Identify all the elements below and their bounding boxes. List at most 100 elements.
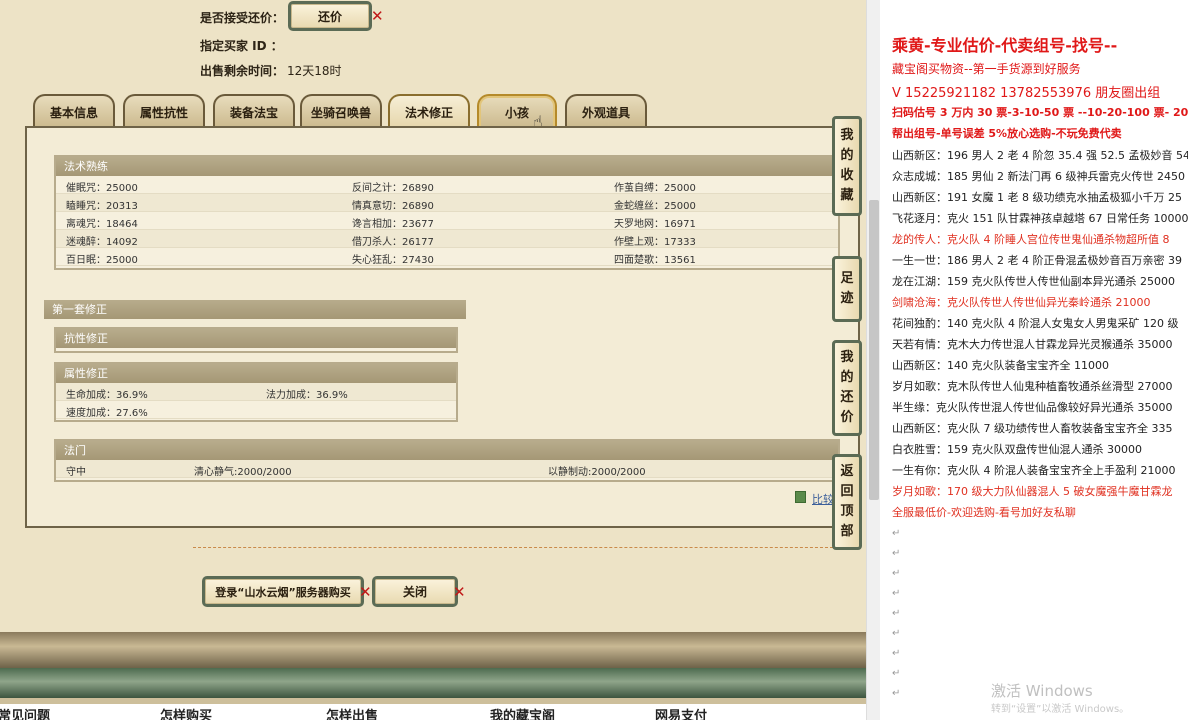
ad-line: 帮出组号-单号误差 5%放心选购-不玩免费代卖 xyxy=(892,127,1122,140)
listing-line: 一生一世：186 男人 2 老 4 阶正骨混孟极妙音百万亲密 39 xyxy=(892,254,1182,267)
attr-correction-title: 属性修正 xyxy=(56,364,456,383)
return-mark: ↵ xyxy=(892,568,901,579)
spell-cell: 迷魂醉：14092 xyxy=(66,237,138,248)
content-panel: 法术熟练 催眠咒：25000 反间之计：26890 作茧自缚：25000 瞌睡咒… xyxy=(25,126,860,528)
table-row: 离魂咒：18464 谗言相加：23677 天罗地网：16971 xyxy=(56,212,838,230)
tab-basic-info[interactable]: 基本信息 xyxy=(33,94,115,128)
scrollbar-thumb[interactable] xyxy=(869,200,879,500)
fa-men-title: 法门 xyxy=(56,441,838,460)
footprint-label: 足迹 xyxy=(840,271,854,306)
spell-cell: 离魂咒：18464 xyxy=(66,219,138,230)
listing-line: 天若有情：克木大力传世混人甘霖龙异光灵猴通杀 35000 xyxy=(892,338,1173,351)
scrollbar[interactable] xyxy=(866,0,880,720)
tab-attributes[interactable]: 属性抗性 xyxy=(123,94,205,128)
return-mark: ↵ xyxy=(892,648,901,659)
spell-cell: 百日眠：25000 xyxy=(66,255,138,266)
return-mark: ↵ xyxy=(892,588,901,599)
listing-line: 飞花逐月：克火 151 队甘霖神孩卓越塔 67 日常任务 10000 xyxy=(892,212,1188,225)
tab-spell-correction[interactable]: 法术修正 xyxy=(388,94,470,128)
listing-line: 山西新区：克火队 7 级功绩传世人畜牧装备宝宝齐全 335 xyxy=(892,422,1173,435)
attr-correction-box: 属性修正 生命加成：36.9% 法力加成：36.9% 速度加成：27.6% xyxy=(54,362,458,422)
remaining-time-value: 12天18时 xyxy=(287,64,342,78)
listing-line: 山西新区：140 克火队装备宝宝齐全 11000 xyxy=(892,359,1109,372)
table-row: 迷魂醉：14092 借刀杀人：26177 作壁上观：17333 xyxy=(56,230,838,248)
attr-cell: 速度加成：27.6% xyxy=(66,408,148,419)
listing-line: 山西新区：196 男人 2 老 4 阶忽 35.4 强 52.5 孟极妙音 54… xyxy=(892,149,1188,162)
tab-equipment[interactable]: 装备法宝 xyxy=(213,94,295,128)
fa-men-cell: 清心静气:2000/2000 xyxy=(194,467,292,478)
listing-line: 半生缘：克火队传世混人传世仙品像较好异光通杀 35000 xyxy=(892,401,1173,414)
windows-activation-watermark: 激活 Windows xyxy=(991,682,1093,700)
tab-child[interactable]: 小孩 xyxy=(477,94,557,128)
footer-link-how-to-buy[interactable]: 怎样购买 xyxy=(160,705,212,720)
footer-link-faq[interactable]: 常见问题 xyxy=(0,705,50,720)
spell-cell: 失心狂乱：27430 xyxy=(352,255,434,266)
spell-cell: 四面楚歌：13561 xyxy=(614,255,696,266)
my-favorites-label: 我的收藏 xyxy=(840,128,854,203)
spell-cell: 瞌睡咒：20313 xyxy=(66,201,138,212)
spell-cell: 谗言相加：23677 xyxy=(352,219,434,230)
my-favorites-button[interactable]: 我的收藏 xyxy=(832,116,862,216)
spell-cell: 反间之计：26890 xyxy=(352,183,434,194)
table-row: 百日眠：25000 失心狂乱：27430 四面楚歌：13561 xyxy=(56,248,838,266)
listing-line: 山西新区：191 女魔 1 老 8 级功绩克水抽孟极狐小千万 25 xyxy=(892,191,1182,204)
fa-men-cell: 以静制动:2000/2000 xyxy=(548,467,646,478)
back-to-top-label: 返回顶部 xyxy=(840,464,854,539)
close-x-icon: ✕ xyxy=(359,583,372,601)
listing-line: 白衣胜雪：159 克火队双盘传世仙混人通杀 30000 xyxy=(892,443,1142,456)
accept-counter-label: 是否接受还价： xyxy=(200,11,285,25)
footer-link-my-cbg[interactable]: 我的藏宝阁 xyxy=(490,705,555,720)
spell-cell: 金蛇缠丝：25000 xyxy=(614,201,696,212)
back-to-top-button[interactable]: 返回顶部 xyxy=(832,454,862,550)
listing-line: 龙的传人：克火队 4 阶睡人宫位传世鬼仙通杀物超所值 8 xyxy=(892,233,1170,246)
close-button[interactable]: 关闭 xyxy=(372,576,458,607)
spell-cell: 情真意切：26890 xyxy=(352,201,434,212)
fa-men-box: 法门 守中 清心静气:2000/2000 以静制动:2000/2000 xyxy=(54,439,840,482)
footer-links: 常见问题 怎样购买 怎样出售 我的藏宝阁 网易支付 xyxy=(0,704,866,720)
tab-appearance[interactable]: 外观道具 xyxy=(565,94,647,128)
resist-correction-box: 抗性修正 xyxy=(54,327,458,353)
footprint-button[interactable]: 足迹 xyxy=(832,256,862,322)
ad-document: 乘黄-专业估价-代卖组号-找号-- 藏宝阁买物资--第一手货源到好服务 V 15… xyxy=(881,0,1188,720)
table-row: 速度加成：27.6% xyxy=(56,401,456,419)
listing-line: 岁月如歌：170 级大力队仙器混人 5 破女魔强牛魔甘霖龙 xyxy=(892,485,1173,498)
return-mark: ↵ xyxy=(892,528,901,539)
resist-correction-title: 抗性修正 xyxy=(56,329,456,348)
ad-contact: V 15225921182 13782553976 朋友圈出组 xyxy=(892,86,1161,101)
footer-link-netease-pay[interactable]: 网易支付 xyxy=(655,705,707,720)
compare-link[interactable]: 比较 xyxy=(812,491,834,507)
footer-decoration xyxy=(0,632,866,668)
attr-cell: 生命加成：36.9% xyxy=(66,390,148,401)
listing-line: 岁月如歌：克木队传世人仙鬼种植畜牧通杀丝滑型 27000 xyxy=(892,380,1173,393)
fa-men-cell: 守中 xyxy=(66,467,86,478)
my-counter-offers-label: 我的还价 xyxy=(840,350,854,425)
page-footer: 常见问题 怎样购买 怎样出售 我的藏宝阁 网易支付 xyxy=(0,632,866,720)
return-mark: ↵ xyxy=(892,668,901,679)
listing-line: 龙在江湖：159 克火队传世人传世仙副本异光通杀 25000 xyxy=(892,275,1175,288)
footer-decoration xyxy=(0,668,866,698)
return-mark: ↵ xyxy=(892,608,901,619)
ad-line: 扫码估号 3 万内 30 票-3-10-50 票 --10-20-100 票- … xyxy=(892,106,1188,119)
login-buy-button[interactable]: 登录“山水云烟”服务器购买 xyxy=(202,576,364,607)
footer-link-how-to-sell[interactable]: 怎样出售 xyxy=(326,705,378,720)
listing-line: 全服最低价-欢迎选购-看号加好友私聊 xyxy=(892,506,1076,519)
ad-line: 藏宝阁买物资--第一手货源到好服务 xyxy=(892,62,1081,76)
counter-offer-button[interactable]: 还价 xyxy=(288,1,372,31)
spell-cell: 天罗地网：16971 xyxy=(614,219,696,230)
my-counter-offers-button[interactable]: 我的还价 xyxy=(832,340,862,436)
listing-line: 剑啸沧海：克火队传世人传世仙异光秦岭通杀 21000 xyxy=(892,296,1151,309)
calculator-icon xyxy=(795,491,806,503)
attr-cell: 法力加成：36.9% xyxy=(266,390,348,401)
spell-proficiency-box: 法术熟练 催眠咒：25000 反间之计：26890 作茧自缚：25000 瞌睡咒… xyxy=(54,155,840,270)
spell-cell: 催眠咒：25000 xyxy=(66,183,138,194)
return-mark: ↵ xyxy=(892,688,901,699)
spell-cell: 借刀杀人：26177 xyxy=(352,237,434,248)
return-mark: ↵ xyxy=(892,548,901,559)
table-row: 催眠咒：25000 反间之计：26890 作茧自缚：25000 xyxy=(56,176,838,194)
table-row: 瞌睡咒：20313 情真意切：26890 金蛇缠丝：25000 xyxy=(56,194,838,212)
close-x-icon: ✕ xyxy=(453,583,466,601)
return-mark: ↵ xyxy=(892,628,901,639)
trade-page: 是否接受还价： 还价 ✕ 指定买家 ID ： 出售剩余时间： 12天18时 基本… xyxy=(0,0,866,720)
tab-mounts-pets[interactable]: 坐骑召唤兽 xyxy=(300,94,382,128)
listing-line: 花间独酌：140 克火队 4 阶混人女鬼女人男鬼采矿 120 级 xyxy=(892,317,1179,330)
